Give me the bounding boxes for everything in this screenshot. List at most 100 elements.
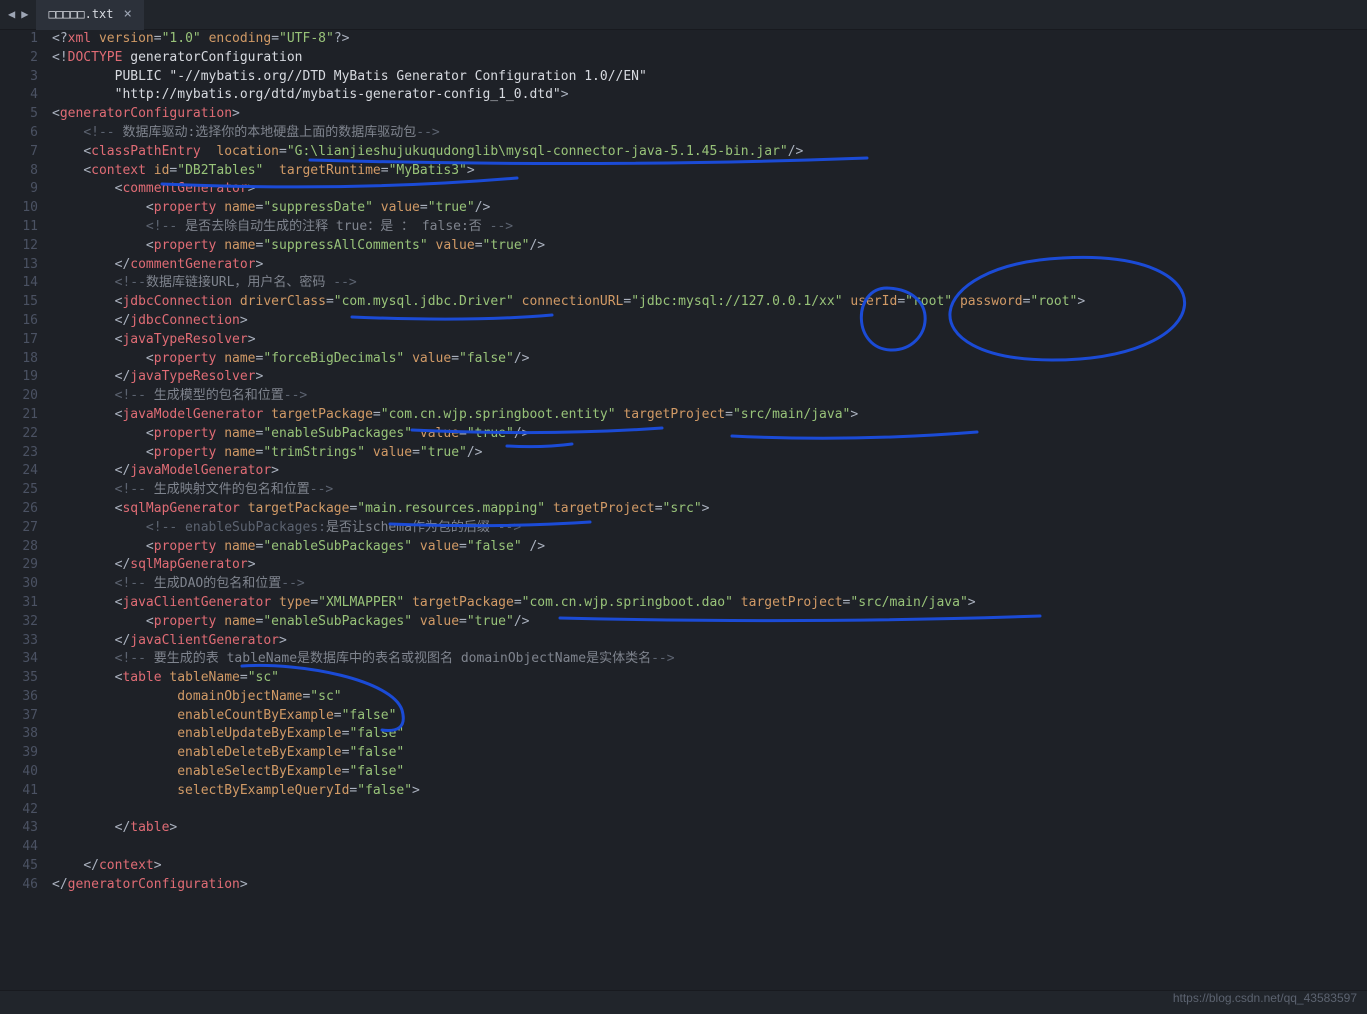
line-number: 32 <box>0 613 38 632</box>
code-line[interactable]: </generatorConfiguration> <box>52 876 1367 895</box>
line-number: 45 <box>0 857 38 876</box>
line-number: 15 <box>0 293 38 312</box>
line-number: 46 <box>0 876 38 895</box>
line-number: 10 <box>0 199 38 218</box>
status-bar <box>0 990 1367 1014</box>
line-number: 36 <box>0 688 38 707</box>
code-line[interactable]: </commentGenerator> <box>52 256 1367 275</box>
code-line[interactable]: <!-- 生成DAO的包名和位置--> <box>52 575 1367 594</box>
line-number: 17 <box>0 331 38 350</box>
line-number: 38 <box>0 725 38 744</box>
code-line[interactable]: </javaTypeResolver> <box>52 368 1367 387</box>
code-line[interactable]: "http://mybatis.org/dtd/mybatis-generato… <box>52 86 1367 105</box>
line-number: 40 <box>0 763 38 782</box>
line-number: 29 <box>0 556 38 575</box>
code-line[interactable]: enableCountByExample="false" <box>52 707 1367 726</box>
line-number: 23 <box>0 444 38 463</box>
code-line[interactable]: <property name="enableSubPackages" value… <box>52 425 1367 444</box>
line-number: 31 <box>0 594 38 613</box>
code-line[interactable]: <jdbcConnection driverClass="com.mysql.j… <box>52 293 1367 312</box>
code-line[interactable]: <sqlMapGenerator targetPackage="main.res… <box>52 500 1367 519</box>
code-line[interactable]: <!-- 是否去除自动生成的注释 true：是 ： false:否 --> <box>52 218 1367 237</box>
line-number: 30 <box>0 575 38 594</box>
code-line[interactable]: <property name="suppressAllComments" val… <box>52 237 1367 256</box>
code-line[interactable]: <classPathEntry location="G:\lianjieshuj… <box>52 143 1367 162</box>
code-line[interactable]: <javaClientGenerator type="XMLMAPPER" ta… <box>52 594 1367 613</box>
nav-arrows: ◀ ▶ <box>0 5 36 24</box>
line-number: 8 <box>0 162 38 181</box>
code-line[interactable]: <table tableName="sc" <box>52 669 1367 688</box>
line-number: 37 <box>0 707 38 726</box>
line-number: 12 <box>0 237 38 256</box>
line-number: 3 <box>0 68 38 87</box>
watermark: https://blog.csdn.net/qq_43583597 <box>1173 989 1357 1008</box>
code-line[interactable]: <javaModelGenerator targetPackage="com.c… <box>52 406 1367 425</box>
line-number: 24 <box>0 462 38 481</box>
line-number: 11 <box>0 218 38 237</box>
code-line[interactable]: </javaModelGenerator> <box>52 462 1367 481</box>
code-editor[interactable]: 1234567891011121314151617181920212223242… <box>0 30 1367 1014</box>
line-number: 16 <box>0 312 38 331</box>
code-line[interactable]: <!-- 生成映射文件的包名和位置--> <box>52 481 1367 500</box>
line-number: 44 <box>0 838 38 857</box>
line-number: 22 <box>0 425 38 444</box>
code-line[interactable] <box>52 801 1367 820</box>
code-area[interactable]: <?xml version="1.0" encoding="UTF-8"?><!… <box>52 30 1367 1014</box>
line-number: 19 <box>0 368 38 387</box>
code-line[interactable]: enableUpdateByExample="false" <box>52 725 1367 744</box>
code-line[interactable]: </javaClientGenerator> <box>52 632 1367 651</box>
code-line[interactable]: <!-- 生成模型的包名和位置--> <box>52 387 1367 406</box>
line-number: 20 <box>0 387 38 406</box>
code-line[interactable]: </context> <box>52 857 1367 876</box>
line-number-gutter: 1234567891011121314151617181920212223242… <box>0 30 52 1014</box>
code-line[interactable]: domainObjectName="sc" <box>52 688 1367 707</box>
line-number: 41 <box>0 782 38 801</box>
nav-forward-icon[interactable]: ▶ <box>21 5 28 24</box>
code-line[interactable]: <context id="DB2Tables" targetRuntime="M… <box>52 162 1367 181</box>
close-icon[interactable]: × <box>124 5 132 24</box>
line-number: 39 <box>0 744 38 763</box>
line-number: 26 <box>0 500 38 519</box>
line-number: 4 <box>0 86 38 105</box>
tab-bar: ◀ ▶ □□□□□.txt × <box>0 0 1367 30</box>
code-line[interactable]: PUBLIC "-//mybatis.org//DTD MyBatis Gene… <box>52 68 1367 87</box>
nav-back-icon[interactable]: ◀ <box>8 5 15 24</box>
code-line[interactable] <box>52 838 1367 857</box>
code-line[interactable]: </sqlMapGenerator> <box>52 556 1367 575</box>
code-line[interactable]: <javaTypeResolver> <box>52 331 1367 350</box>
code-line[interactable]: <property name="suppressDate" value="tru… <box>52 199 1367 218</box>
code-line[interactable]: <!-- 数据库驱动:选择你的本地硬盘上面的数据库驱动包--> <box>52 124 1367 143</box>
line-number: 9 <box>0 180 38 199</box>
code-line[interactable]: enableDeleteByExample="false" <box>52 744 1367 763</box>
line-number: 1 <box>0 30 38 49</box>
code-line[interactable]: <!-- enableSubPackages:是否让schema作为包的后缀 -… <box>52 519 1367 538</box>
code-line[interactable]: <property name="forceBigDecimals" value=… <box>52 350 1367 369</box>
line-number: 14 <box>0 274 38 293</box>
code-line[interactable]: <property name="enableSubPackages" value… <box>52 613 1367 632</box>
line-number: 28 <box>0 538 38 557</box>
line-number: 2 <box>0 49 38 68</box>
tab-file[interactable]: □□□□□.txt × <box>36 0 143 30</box>
line-number: 13 <box>0 256 38 275</box>
code-line[interactable]: <!--数据库链接URL，用户名、密码 --> <box>52 274 1367 293</box>
code-line[interactable]: enableSelectByExample="false" <box>52 763 1367 782</box>
code-line[interactable]: <commentGenerator> <box>52 180 1367 199</box>
code-line[interactable]: <property name="trimStrings" value="true… <box>52 444 1367 463</box>
code-line[interactable]: </jdbcConnection> <box>52 312 1367 331</box>
code-line[interactable]: selectByExampleQueryId="false"> <box>52 782 1367 801</box>
line-number: 27 <box>0 519 38 538</box>
line-number: 33 <box>0 632 38 651</box>
line-number: 43 <box>0 819 38 838</box>
line-number: 6 <box>0 124 38 143</box>
line-number: 42 <box>0 801 38 820</box>
code-line[interactable]: </table> <box>52 819 1367 838</box>
line-number: 25 <box>0 481 38 500</box>
line-number: 18 <box>0 350 38 369</box>
line-number: 35 <box>0 669 38 688</box>
code-line[interactable]: <property name="enableSubPackages" value… <box>52 538 1367 557</box>
code-line[interactable]: <!DOCTYPE generatorConfiguration <box>52 49 1367 68</box>
code-line[interactable]: <generatorConfiguration> <box>52 105 1367 124</box>
line-number: 34 <box>0 650 38 669</box>
code-line[interactable]: <?xml version="1.0" encoding="UTF-8"?> <box>52 30 1367 49</box>
code-line[interactable]: <!-- 要生成的表 tableName是数据库中的表名或视图名 domainO… <box>52 650 1367 669</box>
